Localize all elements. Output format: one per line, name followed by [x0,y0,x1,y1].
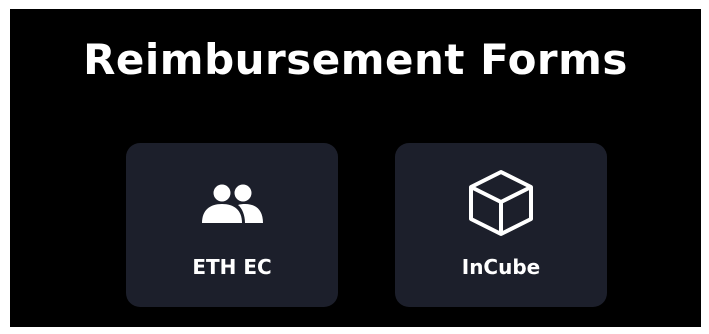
incube-card[interactable]: InCube [395,143,607,307]
eth-ec-label: ETH EC [192,255,272,279]
eth-ec-card[interactable]: ETH EC [126,143,338,307]
page-title: Reimbursement Forms [83,35,628,84]
cube-icon [469,170,533,236]
reimbursement-panel: Reimbursement Forms ETH EC InCube [10,9,701,327]
incube-label: InCube [461,255,541,279]
people-icon [202,184,263,223]
